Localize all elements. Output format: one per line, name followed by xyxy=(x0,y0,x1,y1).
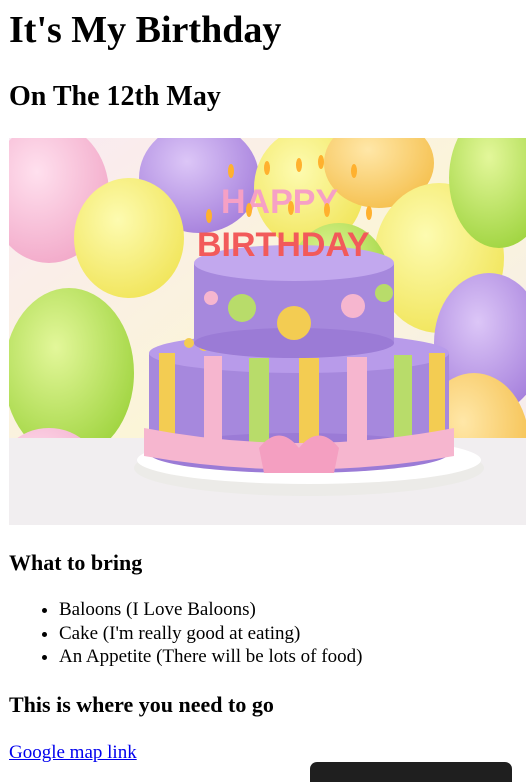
birthday-cake-image: HAPPY BIRTHDAY xyxy=(9,138,526,525)
page-title: It's My Birthday xyxy=(9,9,282,51)
list-item: Cake (I'm really good at eating) xyxy=(59,622,362,646)
what-to-bring-heading: What to bring xyxy=(9,550,143,575)
list-item: Baloons (I Love Baloons) xyxy=(59,598,362,622)
cake-text-birthday: BIRTHDAY xyxy=(197,226,370,264)
google-map-link[interactable]: Google map link xyxy=(9,741,137,765)
list-item: An Appetite (There will be lots of food) xyxy=(59,645,362,669)
page-subtitle: On The 12th May xyxy=(9,81,221,112)
floating-panel-tab[interactable] xyxy=(310,762,512,782)
bring-list: Baloons (I Love Baloons) Cake (I'm reall… xyxy=(59,598,362,669)
location-heading: This is where you need to go xyxy=(9,692,274,717)
cake-text-happy: HAPPY xyxy=(221,183,338,221)
